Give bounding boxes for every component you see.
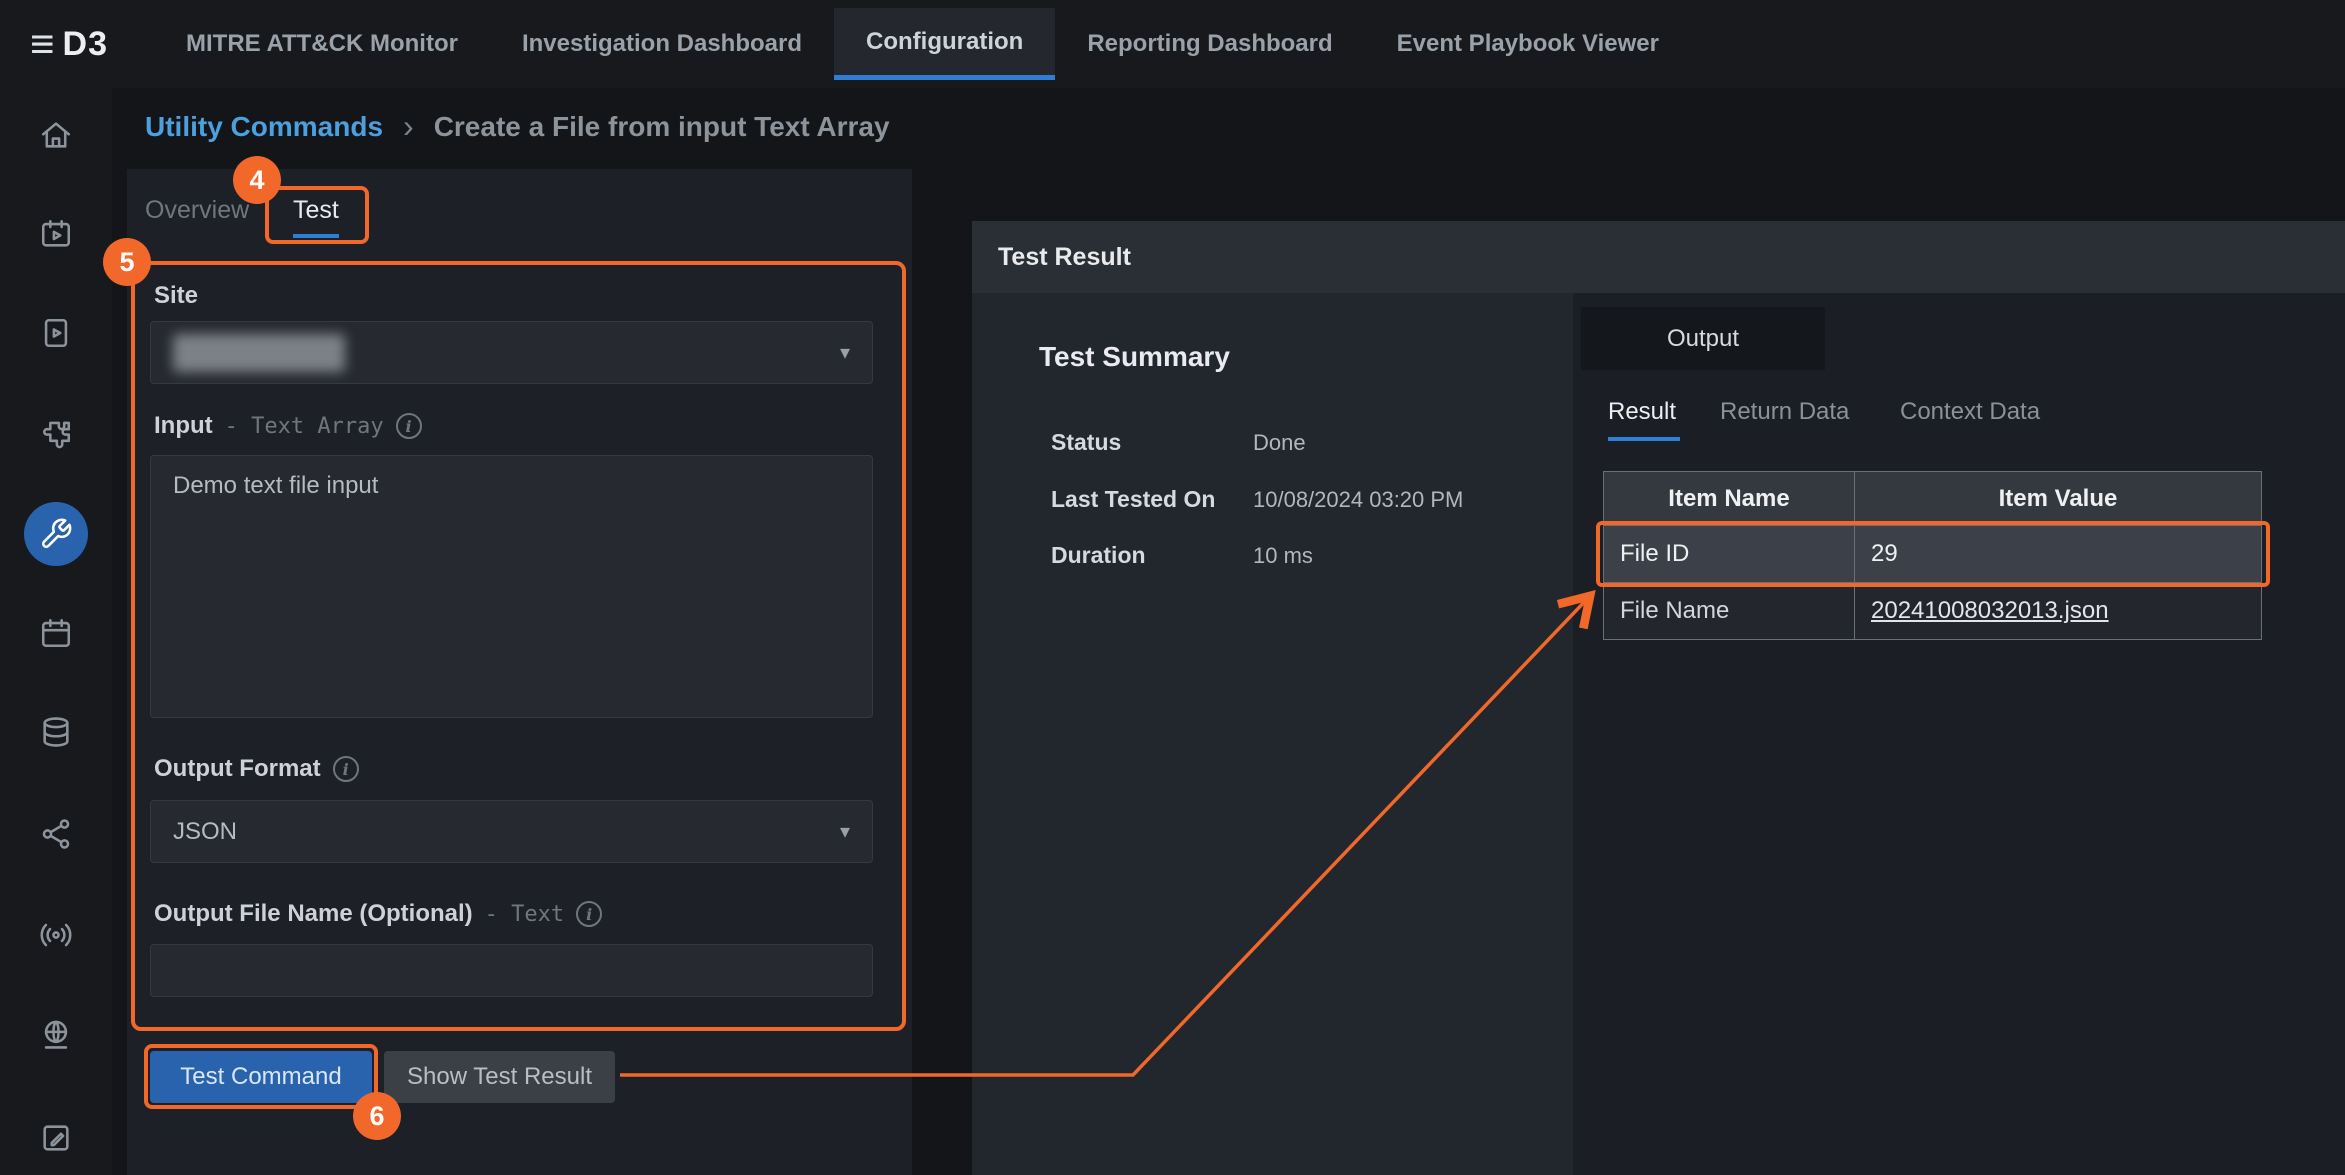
sidebar-item-integrations[interactable]	[24, 403, 88, 467]
tab-overview[interactable]: Overview	[145, 196, 249, 234]
sidebar-item-playbooks[interactable]	[24, 301, 88, 365]
tab-output[interactable]: Output	[1581, 307, 1825, 370]
output-format-label-text: Output Format	[154, 755, 321, 783]
output-format-label: Output Format i	[154, 755, 359, 783]
globe-icon	[39, 1017, 73, 1051]
output-file-name-label-text: Output File Name (Optional)	[154, 900, 473, 928]
event-monitor-icon	[39, 217, 73, 251]
nav-reporting-dashboard[interactable]: Reporting Dashboard	[1055, 0, 1364, 88]
info-icon[interactable]: i	[333, 756, 359, 782]
page-title: Create a File from input Text Array	[434, 111, 890, 143]
top-nav-bar: ≡ D3 MITRE ATT&CK Monitor Investigation …	[0, 0, 2345, 88]
summary-status-value: Done	[1253, 430, 1306, 456]
summary-last-tested-label: Last Tested On	[1051, 486, 1215, 513]
sidebar-item-connections[interactable]	[24, 802, 88, 866]
cell-file-name-value: 20241008032013.json	[1854, 582, 2262, 640]
site-value-redacted	[173, 334, 345, 372]
output-file-name-type-hint: - Text	[485, 902, 564, 927]
output-file-name-label: Output File Name (Optional) - Text i	[154, 900, 602, 928]
nav-mitre-attck-monitor[interactable]: MITRE ATT&CK Monitor	[154, 0, 490, 88]
playbook-icon	[39, 316, 73, 350]
table-header-row: Item Name Item Value	[1603, 471, 2263, 526]
sidebar-item-utility-commands[interactable]	[24, 502, 88, 566]
share-nodes-icon	[39, 817, 73, 851]
test-result-title: Test Result	[998, 243, 1131, 272]
integrations-puzzle-icon	[39, 418, 73, 452]
input-label-text: Input	[154, 412, 213, 440]
nav-configuration[interactable]: Configuration	[834, 8, 1055, 80]
summary-status-label: Status	[1051, 429, 1121, 456]
top-nav-items: MITRE ATT&CK Monitor Investigation Dashb…	[154, 0, 1691, 88]
tab-result[interactable]: Result	[1608, 398, 1676, 426]
input-type-hint: - Text Array	[225, 414, 384, 439]
site-label: Site	[154, 282, 198, 310]
col-header-item-name: Item Name	[1603, 471, 1855, 526]
input-label: Input - Text Array i	[154, 412, 422, 440]
d3-logo-icon: ≡	[30, 23, 55, 65]
report-pencil-icon	[39, 1121, 73, 1155]
sidebar-item-data-management[interactable]	[24, 700, 88, 764]
cell-file-name-name: File Name	[1603, 582, 1855, 640]
calendar-icon	[39, 616, 73, 650]
sidebar-item-reports[interactable]	[24, 1106, 88, 1170]
active-tab-underline	[1608, 437, 1680, 441]
chevron-down-icon: ▾	[840, 819, 850, 844]
home-icon	[39, 118, 73, 152]
site-label-text: Site	[154, 282, 198, 310]
broadcast-icon	[39, 918, 73, 952]
sidebar-item-broadcast[interactable]	[24, 903, 88, 967]
icon-sidebar	[0, 88, 112, 1175]
file-link[interactable]: 20241008032013.json	[1871, 597, 2109, 625]
breadcrumb: Utility Commands › Create a File from in…	[145, 108, 890, 145]
breadcrumb-parent-link[interactable]: Utility Commands	[145, 111, 383, 143]
site-dropdown[interactable]: ▾	[150, 321, 873, 384]
show-test-result-button[interactable]: Show Test Result	[384, 1051, 615, 1103]
output-file-name-input[interactable]	[150, 944, 873, 997]
d3-logo-text: D3	[63, 25, 108, 64]
sidebar-item-geolocation[interactable]	[24, 1002, 88, 1066]
summary-last-tested-value: 10/08/2024 03:20 PM	[1253, 487, 1463, 513]
chevron-down-icon: ▾	[840, 340, 850, 365]
output-format-dropdown[interactable]: JSON ▾	[150, 800, 873, 863]
sidebar-item-event-monitor[interactable]	[24, 202, 88, 266]
input-textarea[interactable]: Demo text file input	[150, 455, 873, 718]
wrench-icon	[39, 517, 73, 551]
info-icon[interactable]: i	[396, 413, 422, 439]
tab-test[interactable]: Test	[293, 196, 339, 238]
database-icon	[39, 715, 73, 749]
tab-context-data[interactable]: Context Data	[1900, 398, 2040, 426]
test-summary-title: Test Summary	[1039, 341, 1230, 373]
summary-duration-value: 10 ms	[1253, 543, 1313, 569]
test-result-header: Test Result	[972, 221, 2345, 293]
table-row-file-name: File Name 20241008032013.json	[1603, 583, 2263, 640]
app-root: ≡ D3 MITRE ATT&CK Monitor Investigation …	[0, 0, 2345, 1175]
sidebar-item-home[interactable]	[24, 103, 88, 167]
cell-file-id-value: 29	[1854, 525, 2262, 583]
breadcrumb-separator-icon: ›	[403, 108, 414, 145]
output-format-value: JSON	[173, 818, 237, 846]
col-header-item-value: Item Value	[1854, 471, 2262, 526]
nav-event-playbook-viewer[interactable]: Event Playbook Viewer	[1365, 0, 1691, 88]
sidebar-item-schedule[interactable]	[24, 601, 88, 665]
table-row-file-id: File ID 29	[1603, 526, 2263, 583]
info-icon[interactable]: i	[576, 901, 602, 927]
tab-return-data[interactable]: Return Data	[1720, 398, 1849, 426]
cell-file-id-name: File ID	[1603, 525, 1855, 583]
nav-investigation-dashboard[interactable]: Investigation Dashboard	[490, 0, 834, 88]
test-command-button[interactable]: Test Command	[150, 1051, 372, 1103]
d3-logo[interactable]: ≡ D3	[30, 23, 140, 65]
summary-duration-label: Duration	[1051, 542, 1146, 569]
result-table: Item Name Item Value File ID 29 File Nam…	[1603, 471, 2263, 640]
